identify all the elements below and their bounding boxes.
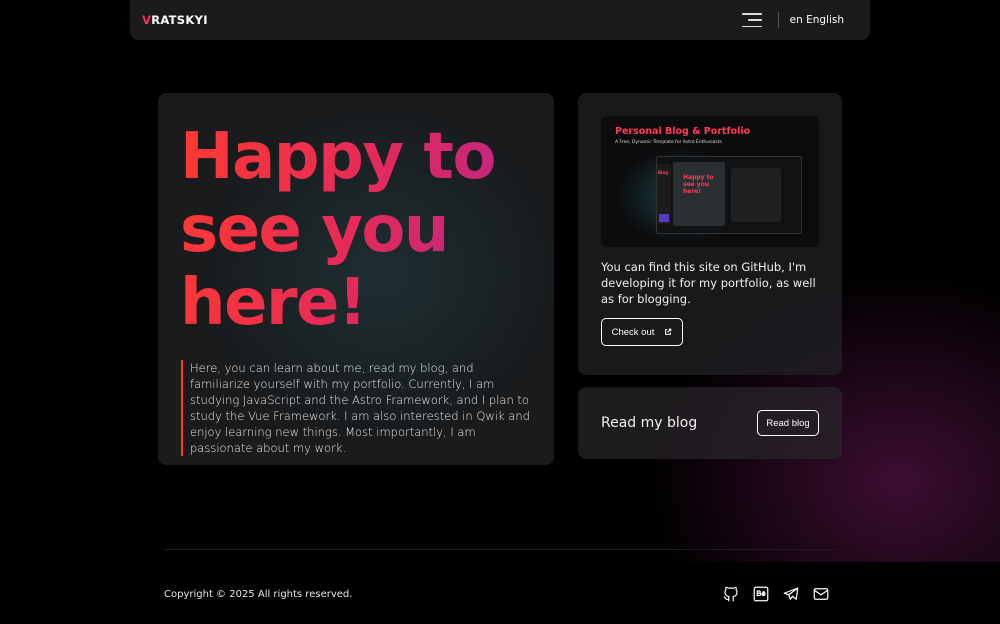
telegram-icon[interactable] <box>782 585 800 603</box>
copyright-text: Copyright © 2025 All rights reserved. <box>164 589 353 600</box>
hero-title: Happy to see you here! <box>180 121 540 340</box>
github-icon[interactable] <box>722 585 740 603</box>
blog-label: Read my blog <box>601 415 698 431</box>
blog-card: Read my blog Read blog <box>578 387 842 459</box>
site-preview-image: Personal Blog & Portfolio A Free, Dynami… <box>601 116 819 247</box>
preview-side-card <box>731 168 781 222</box>
github-description: You can find this site on GitHub, I'm de… <box>601 260 816 306</box>
preview-sidebar: Blog <box>657 164 671 224</box>
preview-hero-card: Happy to see you here! <box>673 162 725 226</box>
check-out-button[interactable]: Check out <box>601 318 683 346</box>
hamburger-menu-icon[interactable] <box>741 13 762 27</box>
preview-title: Personal Blog & Portfolio <box>615 126 751 137</box>
github-card: Personal Blog & Portfolio A Free, Dynami… <box>578 93 842 375</box>
mail-icon[interactable] <box>812 585 830 603</box>
hero-description: Here, you can learn about me, read my bl… <box>181 360 536 456</box>
top-header: VRATSKYI en English <box>130 0 870 40</box>
read-blog-button[interactable]: Read blog <box>757 410 819 436</box>
header-divider <box>777 12 779 28</box>
behance-icon[interactable] <box>752 585 770 603</box>
external-link-icon <box>665 328 672 335</box>
social-links <box>722 585 842 603</box>
hero-card: Happy to see you here! Here, you can lea… <box>158 93 554 465</box>
footer-divider <box>164 549 836 550</box>
preview-subtitle: A Free, Dynamic Template for Astro Enthu… <box>615 140 722 145</box>
site-logo[interactable]: VRATSKYI <box>142 13 208 27</box>
language-switcher[interactable]: en English <box>790 14 844 26</box>
header-controls: en English <box>741 0 844 40</box>
